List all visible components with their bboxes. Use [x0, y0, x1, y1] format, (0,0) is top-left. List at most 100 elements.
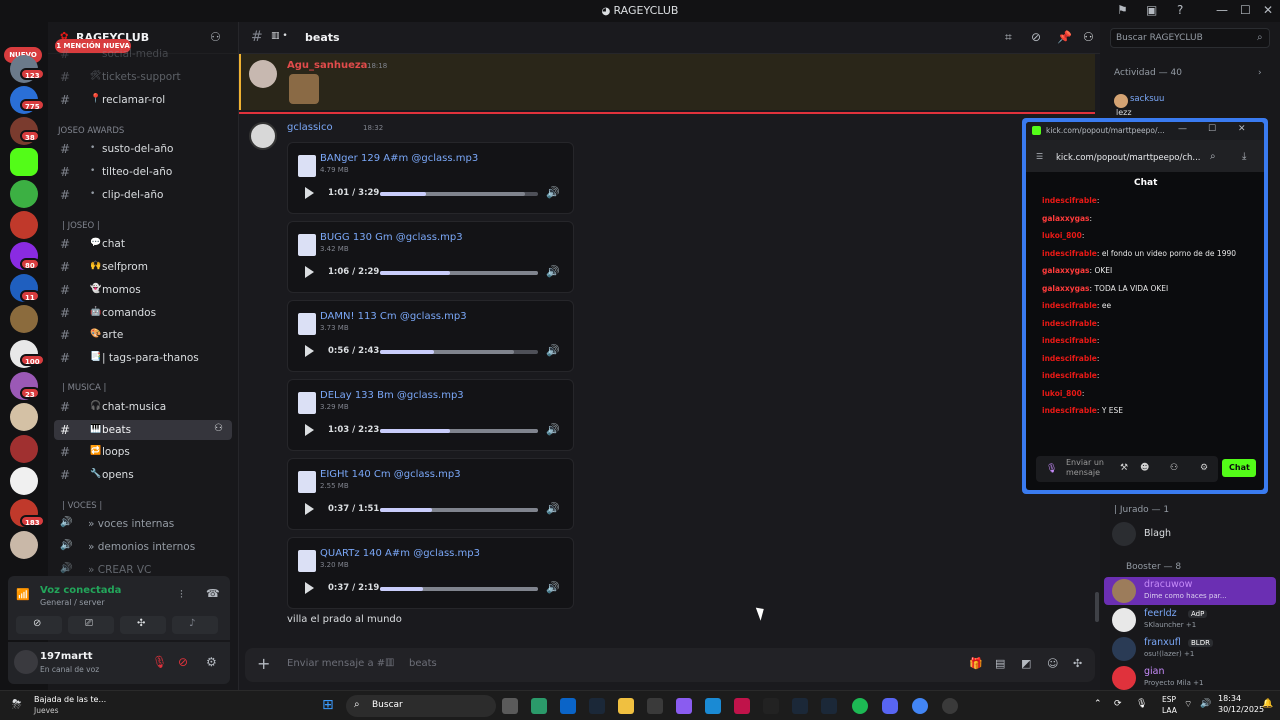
seek-bar[interactable] [380, 350, 538, 354]
channel-comandos[interactable]: # 🤖 comandos [54, 303, 232, 323]
play-icon[interactable] [305, 266, 314, 278]
camera-button[interactable]: ⊘ [16, 616, 62, 634]
kick-chat-username[interactable]: indescifrable [1042, 319, 1097, 328]
pin-icon[interactable]: 📌 [1057, 30, 1072, 44]
member-name[interactable]: Blagh [1144, 528, 1171, 539]
disconnect-icon[interactable]: ☎ [206, 587, 220, 600]
site-info-icon[interactable]: ☰ [1036, 152, 1043, 161]
maximize-icon[interactable]: ☐ [1240, 3, 1251, 17]
maximize-icon[interactable]: ☐ [1208, 124, 1216, 134]
app-icon[interactable] [531, 698, 547, 714]
channel-beats[interactable]: # 🎹 beats ⚇ [54, 420, 232, 440]
voice-location[interactable]: General / server [40, 598, 105, 607]
voice-channel-voces-internas[interactable]: 🔊» voces internas [54, 514, 232, 534]
avatar[interactable] [1114, 94, 1128, 108]
chevron-right-icon[interactable]: › [1258, 68, 1262, 78]
channel-arte[interactable]: # 🎨 arte [54, 325, 232, 345]
threads-icon[interactable]: ⌗ [1005, 30, 1012, 45]
channel-tags-para-thanos[interactable]: # 📑 | tags-para-thanos [54, 348, 232, 368]
server-icon[interactable] [10, 435, 38, 463]
seek-bar[interactable] [380, 271, 538, 275]
close-icon[interactable]: ✕ [1263, 3, 1273, 17]
sticker-icon[interactable]: ◩ [1021, 657, 1031, 670]
help-icon[interactable]: ? [1177, 3, 1183, 17]
chrome-icon[interactable] [912, 698, 928, 714]
mute-icon[interactable]: 🎙 [152, 655, 167, 669]
task-view-icon[interactable] [502, 698, 518, 714]
channel-susto-del-ano[interactable]: # • susto-del-año [54, 139, 232, 159]
scrollbar[interactable] [1095, 592, 1099, 622]
category-joseo[interactable]: | JOSEO | [62, 221, 100, 231]
message-author[interactable]: gclassico [287, 122, 333, 133]
attachment-filename[interactable]: BANger 129 A#m @gclass.mp3 [320, 153, 478, 164]
kick-chat-username[interactable]: indescifrable [1042, 354, 1097, 363]
member-name[interactable]: franxufl [1144, 637, 1181, 648]
kick-chat-username[interactable]: lukoi_800 [1042, 389, 1082, 398]
kick-chat-username[interactable]: indescifrable [1042, 406, 1097, 415]
server-icon[interactable] [10, 531, 38, 559]
weather-title[interactable]: Bajada de las te... [34, 695, 106, 704]
kick-chat-username[interactable]: indescifrable [1042, 301, 1097, 310]
member-name[interactable]: feerldz [1144, 608, 1177, 619]
sticker-image[interactable] [289, 74, 319, 104]
app-icon[interactable] [734, 698, 750, 714]
url-text[interactable]: kick.com/popout/marttpeepo/ch... [1056, 153, 1201, 163]
volume-icon[interactable]: 🔊 [546, 186, 560, 199]
minimize-icon[interactable]: — [1216, 3, 1228, 17]
avatar[interactable] [1112, 608, 1136, 632]
channel-opens[interactable]: # 🔧 opens [54, 465, 232, 485]
seek-bar[interactable] [380, 587, 538, 591]
avatar[interactable] [14, 650, 38, 674]
channel-chat[interactable]: # 💬 chat [54, 234, 232, 254]
wifi-icon[interactable]: ⌔ [1184, 699, 1192, 710]
screenshare-button[interactable]: ⎚ [68, 616, 114, 634]
attachment-filename[interactable]: EIGHt 140 Cm @gclass.mp3 [320, 469, 461, 480]
noise-suppression-icon[interactable]: ⫶ [180, 588, 183, 602]
steam-icon[interactable] [821, 698, 837, 714]
file-explorer-icon[interactable] [618, 698, 634, 714]
kick-chat-username[interactable]: indescifrable [1042, 336, 1097, 345]
avatar[interactable] [1112, 666, 1136, 690]
zoom-icon[interactable]: ⌕ [1210, 151, 1216, 162]
clock-time[interactable]: 18:34 [1218, 694, 1241, 703]
language-code[interactable]: ESP [1162, 695, 1176, 704]
channel-chat-musica[interactable]: # 🎧 chat-musica [54, 397, 232, 417]
server-icon[interactable] [10, 403, 38, 431]
avatar[interactable] [1112, 522, 1136, 546]
channel-tickets-support[interactable]: # 🛠 tickets-support [54, 67, 232, 87]
member-name[interactable]: gian [1144, 666, 1165, 677]
close-icon[interactable]: ✕ [1238, 124, 1246, 134]
seek-bar[interactable] [380, 192, 538, 196]
mic-icon[interactable]: 🎙 [1136, 699, 1147, 709]
kick-chat-username[interactable]: indescifrable [1042, 371, 1097, 380]
seek-bar[interactable] [380, 429, 538, 433]
gift-icon[interactable]: 🎁 [969, 657, 983, 670]
emoji-icon[interactable]: ☻ [1140, 463, 1149, 473]
kick-chat-username[interactable]: lukoi_800 [1042, 231, 1082, 240]
channel-social-media[interactable]: # social-media [54, 44, 232, 64]
mod-tools-icon[interactable]: ⚒ [1120, 463, 1128, 473]
server-icon[interactable] [10, 305, 38, 333]
start-icon[interactable]: ⊞ [322, 697, 334, 713]
mic-icon[interactable]: 🎙 [1046, 464, 1057, 474]
channel-selfprom[interactable]: # 🙌 selfprom [54, 257, 232, 277]
steam-icon[interactable] [589, 698, 605, 714]
kick-chat-username[interactable]: galaxxygas [1042, 214, 1090, 223]
settings-gear-icon[interactable]: ⚙ [1200, 463, 1208, 473]
add-attachment-icon[interactable]: + [257, 654, 270, 673]
member-list-icon[interactable]: ⚇ [1083, 30, 1094, 44]
chevron-up-icon[interactable]: ⌃ [1094, 699, 1102, 709]
avatar[interactable] [249, 60, 277, 88]
discord-icon[interactable] [882, 698, 898, 714]
play-icon[interactable] [305, 345, 314, 357]
taskbar-search[interactable]: ⌕ Buscar [346, 695, 496, 717]
volume-icon[interactable]: 🔊 [1200, 699, 1211, 709]
kick-chat-username[interactable]: galaxxygas [1042, 266, 1090, 275]
store-icon[interactable] [647, 698, 663, 714]
apps-icon[interactable]: ✣ [1073, 657, 1082, 670]
edge-icon[interactable] [705, 698, 721, 714]
channel-momos[interactable]: # 👻 momos [54, 280, 232, 300]
server-icon[interactable] [10, 467, 38, 495]
voice-channel-demonios-internos[interactable]: 🔊» demonios internos [54, 537, 232, 557]
play-icon[interactable] [305, 187, 314, 199]
